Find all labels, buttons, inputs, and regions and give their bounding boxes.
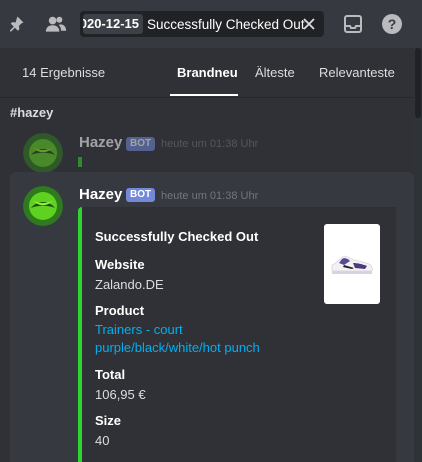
product-link[interactable]: purple/black/white/hot punch [95,339,260,357]
product-thumbnail[interactable] [324,224,380,304]
tab-relevant[interactable]: Relevanteste [319,65,395,80]
field-total-value: 106,95 € [95,387,146,402]
scrollbar-thumb[interactable] [415,48,421,118]
help-icon[interactable]: ? [380,12,404,36]
checkout-embed: Successfully Checked Out Website Zalando… [78,207,396,462]
product-link[interactable]: Trainers - court [95,321,183,339]
active-tab-indicator [170,94,238,96]
bot-badge: BOT [126,137,156,151]
avatar[interactable] [23,186,63,226]
bot-badge: BOT [126,188,156,202]
top-bar: 2020-12-15 Successfully Checked Out ? [0,0,422,48]
tab-oldest[interactable]: Älteste [255,65,295,80]
message-author[interactable]: Hazey [79,186,122,203]
message-author[interactable]: Hazey [79,134,122,151]
search-query[interactable]: Successfully Checked Out [147,17,305,32]
avatar[interactable] [23,133,63,173]
tab-newest[interactable]: Brandneu [177,65,238,80]
results-header: 14 Ergebnisse Brandneu Älteste Relevante… [0,48,414,98]
embed-title: Successfully Checked Out [95,229,259,244]
embed-accent [78,157,82,167]
svg-text:?: ? [388,16,397,32]
inbox-icon[interactable] [342,13,364,35]
field-website-name: Website [95,257,145,272]
field-size-name: Size [95,413,122,428]
field-product-name: Product [95,303,145,318]
field-size-value: 40 [95,433,110,448]
clear-search-icon[interactable] [300,15,318,33]
pin-icon[interactable] [6,14,26,34]
results-count: 14 Ergebnisse [22,65,106,80]
sneaker-icon [331,255,373,274]
field-website-value: Zalando.DE [95,277,164,292]
field-total-name: Total [95,367,126,382]
members-icon[interactable] [44,14,68,34]
message-timestamp: heute um 01:38 Uhr [161,190,259,202]
channel-name[interactable]: #hazey [10,105,53,120]
search-box[interactable]: 2020-12-15 Successfully Checked Out [80,11,324,37]
message-timestamp: heute um 01:38 Uhr [161,138,259,150]
results-scrollbar[interactable] [414,48,422,462]
search-date-filter[interactable]: 2020-12-15 [83,14,143,34]
